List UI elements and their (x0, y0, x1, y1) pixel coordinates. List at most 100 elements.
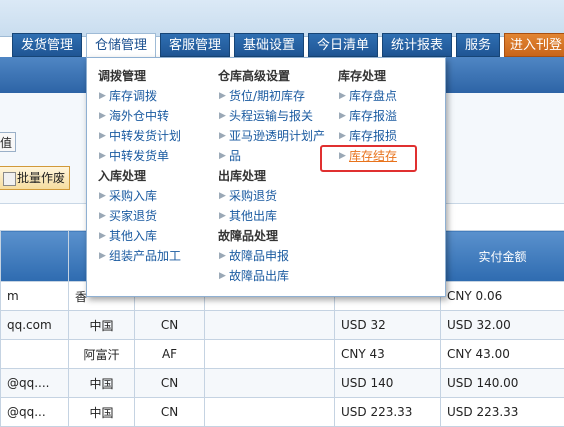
menu-link[interactable]: ▶组装产品加工 (98, 246, 181, 266)
bullet-arrow-icon: ▶ (219, 186, 226, 206)
col-header[interactable] (1, 231, 69, 282)
menu-link[interactable]: ▶其他出库 (218, 206, 325, 226)
nav-item[interactable]: 基础设置 (234, 33, 304, 57)
menu-link[interactable]: ▶采购退货 (218, 186, 325, 206)
nav-item[interactable]: 今日清单 (308, 33, 378, 57)
cell: CN (135, 311, 205, 340)
cell: 中国 (69, 369, 135, 398)
cell: USD 140 (335, 369, 441, 398)
menu-link-label: 中转发货计划 (109, 129, 181, 143)
cell: @qq... (1, 398, 69, 427)
menu-link[interactable]: ▶中转发货单 (98, 146, 181, 166)
bullet-arrow-icon: ▶ (99, 206, 106, 226)
cell (205, 340, 335, 369)
menu-link-label: 货位/期初库存 (229, 89, 305, 103)
menu-link[interactable]: ▶其他入库 (98, 226, 181, 246)
bullet-arrow-icon: ▶ (339, 126, 346, 146)
cell: CN (135, 369, 205, 398)
menu-link-label: 组装产品加工 (109, 249, 181, 263)
bullet-arrow-icon: ▶ (99, 186, 106, 206)
table-row[interactable]: @qq... 中国 CN USD 223.33 USD 223.33 (1, 398, 564, 427)
menu-link-label: 头程运输与报关 (229, 109, 313, 123)
bullet-arrow-icon: ▶ (99, 86, 106, 106)
cell: qq.com (1, 311, 69, 340)
small-action-button[interactable]: 值 (0, 132, 16, 152)
bullet-arrow-icon: ▶ (99, 246, 106, 266)
bullet-arrow-icon: ▶ (219, 106, 226, 126)
section-heading: 仓库高级设置 (218, 66, 325, 86)
section-heading: 库存处理 (338, 66, 397, 86)
menu-link[interactable]: ▶采购入库 (98, 186, 181, 206)
menu-link-label: 其他入库 (109, 229, 157, 243)
cell: USD 32 (335, 311, 441, 340)
section-heading: 故障品处理 (218, 226, 325, 246)
bullet-arrow-icon: ▶ (99, 226, 106, 246)
nav-item[interactable]: 统计报表 (382, 33, 452, 57)
menu-link[interactable]: ▶库存报损 (338, 126, 397, 146)
menu-link-label: 其他出库 (229, 209, 277, 223)
menu-link[interactable]: ▶亚马逊透明计划产 (218, 126, 325, 146)
menu-link[interactable]: ▶故障品申报 (218, 246, 325, 266)
bullet-arrow-icon: ▶ (219, 146, 226, 166)
bullet-arrow-icon: ▶ (99, 106, 106, 126)
menu-link-label: 库存报损 (349, 129, 397, 143)
dropdown-col-transfer: 调拨管理 ▶库存调拨▶海外仓中转▶中转发货计划▶中转发货单 入库处理 ▶采购入库… (98, 66, 181, 266)
bullet-arrow-icon: ▶ (219, 206, 226, 226)
nav-item[interactable]: 服务 (456, 33, 500, 57)
menu-link[interactable]: ▶海外仓中转 (98, 106, 181, 126)
menu-link[interactable]: ▶库存盘点 (338, 86, 397, 106)
menu-link[interactable]: ▶中转发货计划 (98, 126, 181, 146)
bullet-arrow-icon: ▶ (99, 146, 106, 166)
section-heading: 调拨管理 (98, 66, 181, 86)
nav-item[interactable]: 仓储管理 (86, 33, 156, 58)
table-row[interactable]: qq.com 中国 CN USD 32 USD 32.00 (1, 311, 564, 340)
menu-link[interactable]: ▶货位/期初库存 (218, 86, 325, 106)
menu-link-label: 库存调拨 (109, 89, 157, 103)
col-header-paid-amount[interactable]: 实付金额 (441, 231, 564, 282)
menu-link[interactable]: ▶库存调拨 (98, 86, 181, 106)
nav-item[interactable]: 进入刊登 (504, 33, 564, 57)
cell (1, 340, 69, 369)
cell: 中国 (69, 398, 135, 427)
menu-link-label: 亚马逊透明计划产 (229, 129, 325, 143)
cell: USD 223.33 (335, 398, 441, 427)
bullet-arrow-icon: ▶ (219, 266, 226, 286)
nav-item[interactable]: 发货管理 (12, 33, 82, 57)
section-heading: 入库处理 (98, 166, 181, 186)
cell: m (1, 282, 69, 311)
bullet-arrow-icon: ▶ (339, 86, 346, 106)
menu-link-label: 故障品申报 (229, 249, 289, 263)
bullet-arrow-icon: ▶ (219, 246, 226, 266)
cell: CNY 43 (335, 340, 441, 369)
cell: @qq.... (1, 369, 69, 398)
highlight-annotation (320, 145, 417, 172)
menu-link-label: 故障品出库 (229, 269, 289, 283)
bullet-arrow-icon: ▶ (219, 126, 226, 146)
bullet-arrow-icon: ▶ (219, 86, 226, 106)
menu-link[interactable]: ▶头程运输与报关 (218, 106, 325, 126)
cell: USD 223.33 (441, 398, 564, 427)
section-heading: 出库处理 (218, 166, 325, 186)
cell: USD 32.00 (441, 311, 564, 340)
cell: USD 140.00 (441, 369, 564, 398)
menu-link[interactable]: ▶故障品出库 (218, 266, 325, 286)
menu-link-label: 品 (229, 149, 241, 163)
bullet-arrow-icon: ▶ (99, 126, 106, 146)
trash-icon (3, 172, 16, 186)
menu-link-label: 海外仓中转 (109, 109, 169, 123)
nav-item[interactable]: 客服管理 (160, 33, 230, 57)
batch-void-button[interactable]: 批量作废 (0, 166, 70, 190)
menu-link-label: 买家退货 (109, 209, 157, 223)
top-bar (0, 0, 564, 37)
cell: CN (135, 398, 205, 427)
menu-link[interactable]: ▶品 (218, 146, 325, 166)
menu-link-label: 采购退货 (229, 189, 277, 203)
cell: 阿富汗 (69, 340, 135, 369)
menu-link-label: 中转发货单 (109, 149, 169, 163)
cell: CNY 43.00 (441, 340, 564, 369)
cell: 中国 (69, 311, 135, 340)
table-row[interactable]: @qq.... 中国 CN USD 140 USD 140.00 (1, 369, 564, 398)
menu-link[interactable]: ▶库存报溢 (338, 106, 397, 126)
menu-link[interactable]: ▶买家退货 (98, 206, 181, 226)
table-row[interactable]: 阿富汗 AF CNY 43 CNY 43.00 (1, 340, 564, 369)
